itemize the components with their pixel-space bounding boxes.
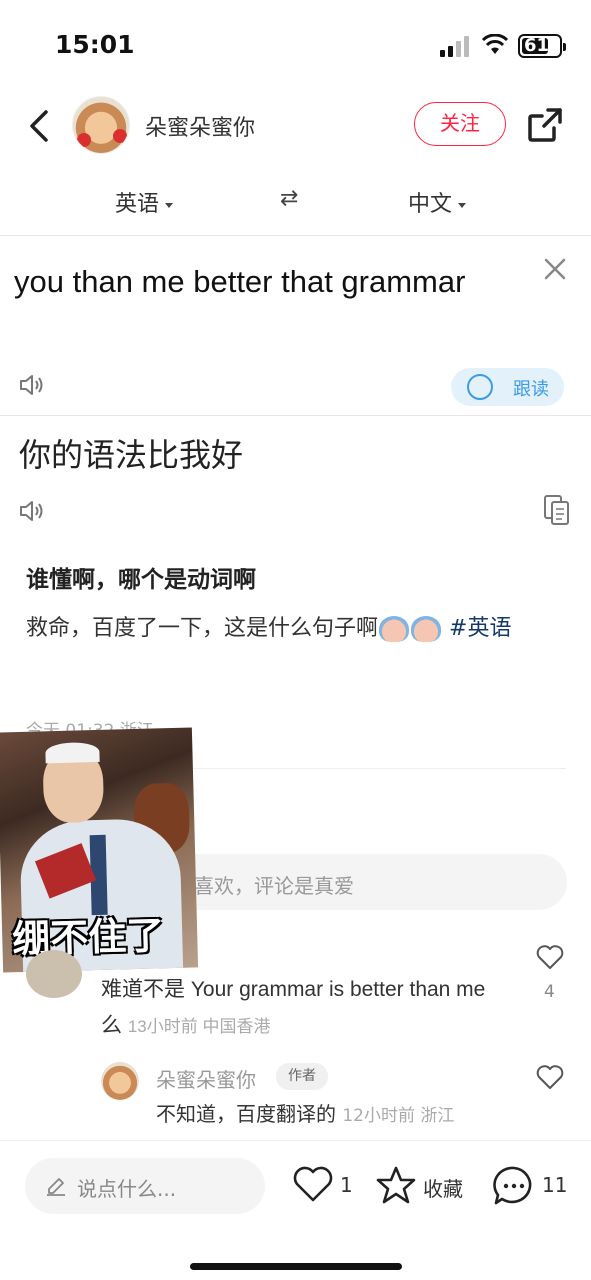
comment-icon bbox=[493, 1166, 532, 1205]
battery-icon: 61 bbox=[518, 34, 566, 58]
clock: 15:01 bbox=[55, 30, 135, 59]
comment-input-placeholder: 喜欢，评论是真爱 bbox=[194, 874, 354, 898]
comment-count: 11 bbox=[542, 1173, 568, 1197]
like-count: 1 bbox=[340, 1173, 353, 1197]
star-icon bbox=[376, 1166, 416, 1204]
clear-icon[interactable] bbox=[540, 254, 570, 284]
author-name[interactable]: 朵蜜朵蜜你 bbox=[145, 110, 255, 142]
like-button[interactable]: 1 bbox=[292, 1165, 356, 1205]
target-language-select[interactable]: 中文 bbox=[408, 186, 467, 218]
home-indicator bbox=[190, 1263, 402, 1270]
follow-read-button[interactable]: 跟读 bbox=[451, 368, 564, 406]
back-icon[interactable] bbox=[24, 106, 54, 146]
bottom-action-bar: 说点什么... 1 收藏 11 bbox=[0, 1140, 591, 1280]
collect-label: 收藏 bbox=[423, 1177, 463, 1201]
reply-meta: 12小时前 浙江 bbox=[342, 1106, 455, 1126]
author-avatar[interactable] bbox=[72, 96, 130, 154]
follow-button[interactable]: 关注 bbox=[414, 102, 506, 146]
translation-text[interactable]: 你的语法比我好 bbox=[19, 430, 243, 476]
source-text[interactable]: you than me better that grammar bbox=[14, 256, 514, 308]
reply-item[interactable]: 不知道，百度翻译的 12小时前 浙江 bbox=[156, 1098, 454, 1127]
header: 朵蜜朵蜜你 关注 bbox=[0, 92, 591, 162]
comment-button[interactable]: 11 bbox=[492, 1165, 572, 1205]
hashtag-link[interactable]: #英语 bbox=[449, 616, 511, 641]
comment-meta: 13小时前 中国香港 bbox=[127, 1017, 271, 1036]
language-bar: 英语 ⇄ 中文 bbox=[0, 170, 591, 236]
speaker-icon[interactable] bbox=[18, 372, 46, 398]
reply-author-name[interactable]: 朵蜜朵蜜你 bbox=[156, 1064, 256, 1093]
copy-icon[interactable] bbox=[543, 494, 571, 526]
pencil-icon bbox=[47, 1178, 65, 1196]
heart-icon[interactable] bbox=[536, 944, 564, 970]
signal-icon bbox=[440, 36, 469, 57]
collect-button[interactable]: 收藏 bbox=[375, 1165, 475, 1205]
source-language-select[interactable]: 英语 bbox=[115, 186, 174, 218]
crying-emoji-icon bbox=[379, 616, 410, 642]
status-bar: 15:01 61 bbox=[0, 0, 591, 90]
post-body-text: 救命，百度了一下，这是什么句子啊 bbox=[26, 616, 379, 641]
target-language-label: 中文 bbox=[408, 192, 453, 217]
smile-icon bbox=[467, 374, 493, 400]
reply-avatar[interactable] bbox=[101, 1062, 139, 1100]
post-title: 谁懂啊，哪个是动词啊 bbox=[26, 567, 256, 593]
share-icon[interactable] bbox=[526, 106, 564, 144]
say-something-input[interactable]: 说点什么... bbox=[25, 1158, 265, 1214]
swap-languages-icon[interactable]: ⇄ bbox=[280, 186, 298, 211]
source-text-panel: you than me better that grammar 跟读 bbox=[0, 238, 591, 416]
author-badge: 作者 bbox=[276, 1063, 328, 1090]
meme-caption: 绷不住了 bbox=[11, 913, 165, 962]
comment-item[interactable]: 难道不是 Your grammar is better than me么 13小… bbox=[101, 972, 501, 1045]
commenter-avatar[interactable] bbox=[26, 950, 82, 998]
source-language-label: 英语 bbox=[115, 192, 160, 217]
crying-emoji-icon bbox=[411, 616, 442, 642]
post-body: 救命，百度了一下，这是什么句子啊 #英语 bbox=[26, 608, 566, 650]
follow-read-label: 跟读 bbox=[513, 379, 549, 400]
comment-like-count: 4 bbox=[544, 982, 555, 1002]
say-something-placeholder: 说点什么... bbox=[77, 1177, 177, 1201]
speaker-icon[interactable] bbox=[18, 498, 46, 524]
wifi-icon bbox=[481, 34, 509, 54]
battery-level: 61 bbox=[524, 35, 550, 56]
meme-sticker-image: 绷不住了 bbox=[0, 727, 199, 973]
heart-icon bbox=[293, 1166, 333, 1202]
reply-text: 不知道，百度翻译的 bbox=[156, 1102, 336, 1126]
heart-icon[interactable] bbox=[536, 1064, 564, 1090]
